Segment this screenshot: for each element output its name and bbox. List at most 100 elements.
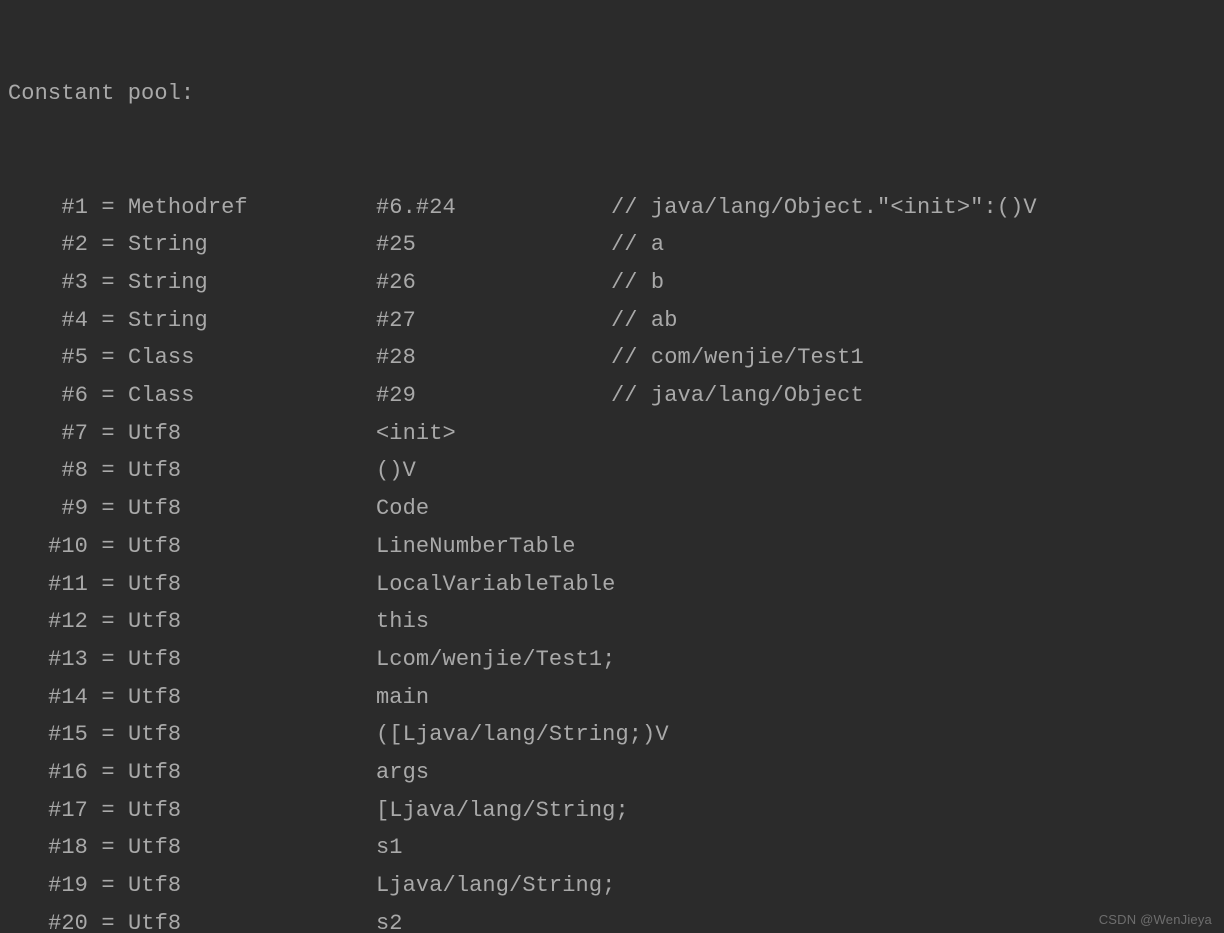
entry-ref: Code <box>376 490 611 528</box>
equals-sign: = <box>88 415 128 453</box>
entry-index: #12 <box>18 603 88 641</box>
equals-sign: = <box>88 641 128 679</box>
equals-sign: = <box>88 754 128 792</box>
entry-ref: this <box>376 603 611 641</box>
entry-type: Class <box>128 377 376 415</box>
entry-ref: Ljava/lang/String; <box>376 867 611 905</box>
constant-pool-entry: #2 = String#25// a <box>18 226 1224 264</box>
equals-sign: = <box>88 905 128 933</box>
constant-pool-entry: #5 = Class#28// com/wenjie/Test1 <box>18 339 1224 377</box>
constant-pool-entry: #6 = Class#29// java/lang/Object <box>18 377 1224 415</box>
entry-type: Utf8 <box>128 829 376 867</box>
constant-pool-entry: #16 = Utf8args <box>18 754 1224 792</box>
entry-index: #6 <box>18 377 88 415</box>
entry-type: Utf8 <box>128 415 376 453</box>
entry-ref: #26 <box>376 264 611 302</box>
entry-ref: #28 <box>376 339 611 377</box>
entry-comment <box>611 716 1224 754</box>
equals-sign: = <box>88 829 128 867</box>
entry-index: #4 <box>18 302 88 340</box>
entry-comment <box>611 490 1224 528</box>
constant-pool-entry: #8 = Utf8()V <box>18 452 1224 490</box>
entry-index: #20 <box>18 905 88 933</box>
entry-comment <box>611 566 1224 604</box>
entry-type: Utf8 <box>128 452 376 490</box>
constant-pool-entry: #13 = Utf8Lcom/wenjie/Test1; <box>18 641 1224 679</box>
equals-sign: = <box>88 490 128 528</box>
equals-sign: = <box>88 528 128 566</box>
equals-sign: = <box>88 339 128 377</box>
terminal-output: Constant pool: #1 = Methodref#6.#24// ja… <box>0 0 1224 933</box>
entry-ref: ()V <box>376 452 611 490</box>
constant-pool-entry: #4 = String#27// ab <box>18 302 1224 340</box>
entry-ref: #25 <box>376 226 611 264</box>
constant-pool-header: Constant pool: <box>8 75 1224 113</box>
entry-type: Utf8 <box>128 754 376 792</box>
entry-ref: #29 <box>376 377 611 415</box>
entry-type: Utf8 <box>128 867 376 905</box>
entry-ref: s2 <box>376 905 611 933</box>
entry-index: #3 <box>18 264 88 302</box>
entry-comment <box>611 792 1224 830</box>
entry-ref: LineNumberTable <box>376 528 611 566</box>
entry-index: #14 <box>18 679 88 717</box>
entry-index: #8 <box>18 452 88 490</box>
entry-index: #18 <box>18 829 88 867</box>
entry-comment <box>611 641 1224 679</box>
constant-pool-entry: #10 = Utf8LineNumberTable <box>18 528 1224 566</box>
entry-comment <box>611 452 1224 490</box>
entry-comment <box>611 679 1224 717</box>
equals-sign: = <box>88 603 128 641</box>
entry-ref: LocalVariableTable <box>376 566 611 604</box>
equals-sign: = <box>88 867 128 905</box>
entry-index: #7 <box>18 415 88 453</box>
entry-index: #13 <box>18 641 88 679</box>
entry-index: #11 <box>18 566 88 604</box>
constant-pool-entry: #18 = Utf8s1 <box>18 829 1224 867</box>
entry-comment <box>611 528 1224 566</box>
entry-comment <box>611 603 1224 641</box>
entry-index: #10 <box>18 528 88 566</box>
entry-comment: // a <box>611 226 1224 264</box>
entry-type: Utf8 <box>128 716 376 754</box>
entry-type: String <box>128 226 376 264</box>
entry-ref: #6.#24 <box>376 189 611 227</box>
entry-type: String <box>128 302 376 340</box>
equals-sign: = <box>88 792 128 830</box>
constant-pool-entry: #17 = Utf8[Ljava/lang/String; <box>18 792 1224 830</box>
equals-sign: = <box>88 226 128 264</box>
entry-type: Utf8 <box>128 792 376 830</box>
equals-sign: = <box>88 302 128 340</box>
entry-ref: args <box>376 754 611 792</box>
entry-comment: // com/wenjie/Test1 <box>611 339 1224 377</box>
equals-sign: = <box>88 264 128 302</box>
entry-index: #9 <box>18 490 88 528</box>
entry-ref: s1 <box>376 829 611 867</box>
entry-index: #1 <box>18 189 88 227</box>
entry-comment: // java/lang/Object <box>611 377 1224 415</box>
entry-type: Utf8 <box>128 490 376 528</box>
entry-ref: [Ljava/lang/String; <box>376 792 611 830</box>
entry-comment: // ab <box>611 302 1224 340</box>
entry-type: Class <box>128 339 376 377</box>
constant-pool-entry: #7 = Utf8<init> <box>18 415 1224 453</box>
entry-type: Utf8 <box>128 641 376 679</box>
watermark-text: CSDN @WenJieya <box>1099 912 1212 927</box>
constant-pool-entry: #14 = Utf8main <box>18 679 1224 717</box>
constant-pool-entry: #9 = Utf8Code <box>18 490 1224 528</box>
constant-pool-entry: #1 = Methodref#6.#24// java/lang/Object.… <box>18 189 1224 227</box>
entry-index: #19 <box>18 867 88 905</box>
entry-comment: // b <box>611 264 1224 302</box>
equals-sign: = <box>88 716 128 754</box>
equals-sign: = <box>88 377 128 415</box>
constant-pool-entry: #19 = Utf8Ljava/lang/String; <box>18 867 1224 905</box>
entry-comment: // java/lang/Object."<init>":()V <box>611 189 1224 227</box>
equals-sign: = <box>88 566 128 604</box>
entry-type: Methodref <box>128 189 376 227</box>
entry-comment <box>611 754 1224 792</box>
constant-pool-entry: #12 = Utf8this <box>18 603 1224 641</box>
entry-index: #5 <box>18 339 88 377</box>
entry-ref: main <box>376 679 611 717</box>
entry-type: Utf8 <box>128 566 376 604</box>
constant-pool-entry: #20 = Utf8s2 <box>18 905 1224 933</box>
